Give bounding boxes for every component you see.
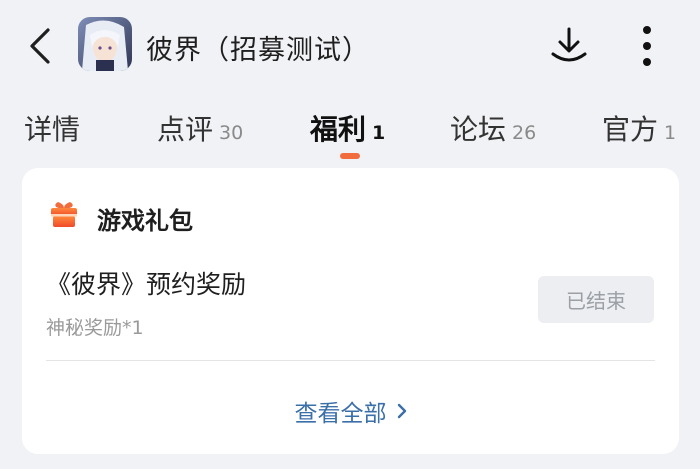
download-button[interactable] [548,24,590,68]
page-title: 彼界（招募测试） [146,35,370,66]
gift-icon [51,202,77,227]
view-all-link[interactable]: 查看全部 [22,394,679,428]
tab-label: 点评 [157,113,214,146]
back-button[interactable] [22,26,58,66]
tab-label: 详情 [24,113,81,146]
more-button[interactable] [632,22,662,70]
gift-item-title: 《彼界》预约奖励 [46,270,247,299]
view-all-label: 查看全部 [294,401,387,427]
tab-count: 26 [512,122,537,144]
tab-official[interactable]: 官方 1 [602,108,676,148]
tab-label: 福利 [310,113,367,146]
active-tab-indicator [340,153,360,159]
top-bar: 彼界（招募测试） [0,0,700,92]
gift-card: 游戏礼包 《彼界》预约奖励 神秘奖励*1 已结束 查看全部 [22,168,679,454]
gift-item-subtitle: 神秘奖励*1 [46,317,144,339]
app-icon[interactable] [78,17,132,71]
tab-forum[interactable]: 论坛 26 [450,108,536,148]
tab-label: 论坛 [450,113,507,146]
tab-count: 30 [219,122,244,144]
chevron-right-icon [397,403,407,419]
tab-count: 1 [664,122,677,144]
tab-details[interactable]: 详情 [24,108,80,148]
divider [46,360,655,361]
section-title: 游戏礼包 [97,207,193,235]
tab-benefits[interactable]: 福利 1 [310,108,385,148]
back-arrow-icon [30,28,50,64]
tab-reviews[interactable]: 点评 30 [157,108,243,148]
tab-bar: 详情 点评 30 福利 1 论坛 26 官方 1 [0,100,700,160]
ended-status-button[interactable]: 已结束 [538,276,654,323]
tab-label: 官方 [602,113,659,146]
more-vertical-icon [643,26,651,66]
tab-count: 1 [372,122,386,144]
download-icon [551,27,587,62]
